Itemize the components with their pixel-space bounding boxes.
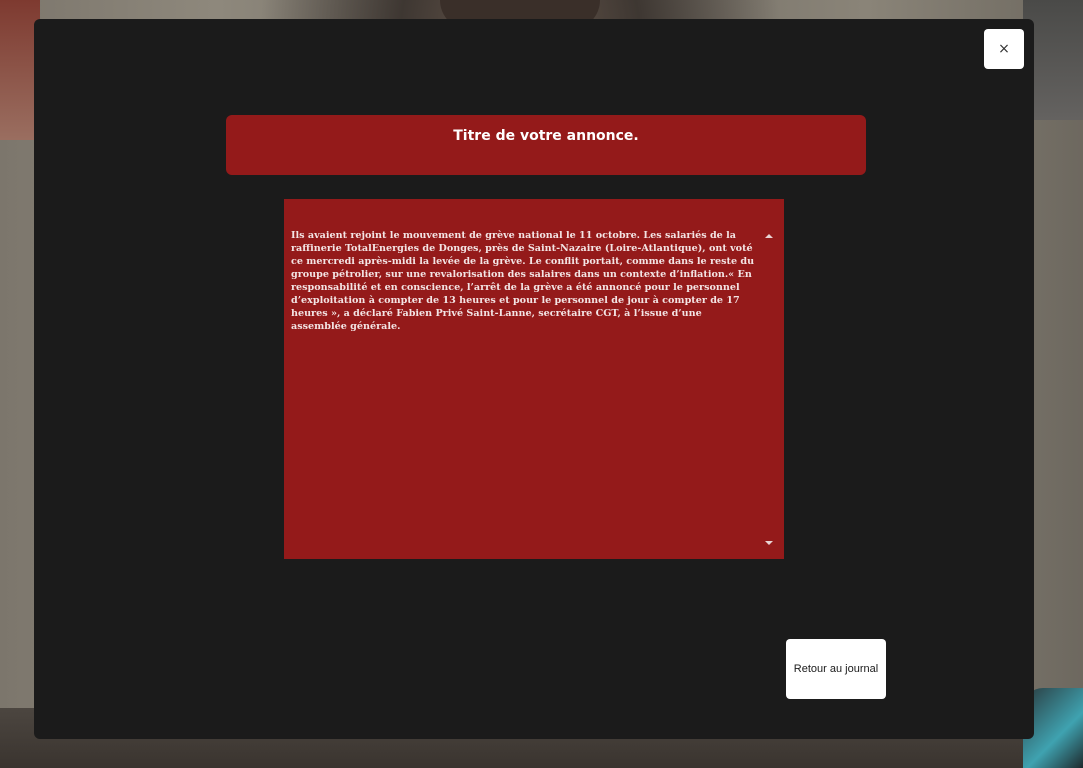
chevron-up-icon [765, 234, 773, 238]
news-article-dialog: × Titre de votre annonce. Ils avaient re… [34, 19, 1034, 739]
close-button[interactable]: × [984, 29, 1024, 69]
scroll-up-button[interactable] [764, 231, 774, 241]
back-to-journal-label: Retour au journal [793, 663, 879, 675]
back-to-journal-button[interactable]: Retour au journal [786, 639, 886, 699]
scroll-down-button[interactable] [764, 538, 774, 548]
article-title: Titre de votre annonce. [453, 128, 639, 144]
close-icon: × [998, 41, 1010, 57]
article-title-banner: Titre de votre annonce. [226, 115, 866, 175]
chevron-down-icon [765, 541, 773, 545]
article-body-panel[interactable]: Ils avaient rejoint le mouvement de grèv… [284, 199, 784, 559]
article-body-text: Ils avaient rejoint le mouvement de grèv… [291, 230, 755, 332]
